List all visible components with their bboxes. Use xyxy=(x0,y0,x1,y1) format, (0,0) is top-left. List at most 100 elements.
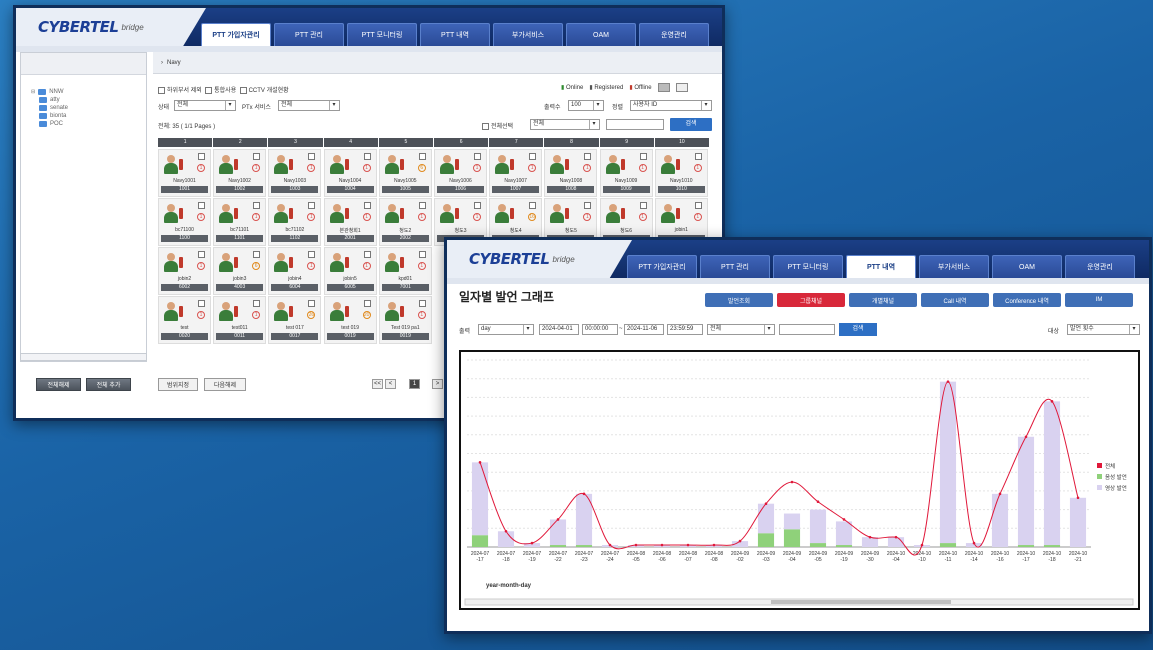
subscriber-card[interactable]: 1 jobin4 6004 xyxy=(268,247,322,295)
tab-5[interactable]: 부가서비스 xyxy=(919,255,989,278)
card-checkbox[interactable] xyxy=(198,300,205,307)
subtab-1[interactable]: 발언조회 xyxy=(705,293,773,307)
tab-7[interactable]: 운영관리 xyxy=(1065,255,1135,278)
tab-2[interactable]: PTT 관리 xyxy=(700,255,770,278)
search-button[interactable]: 검색 xyxy=(670,118,712,131)
card-checkbox[interactable] xyxy=(308,202,316,209)
subscriber-card[interactable]: 1 본관청회1 2001 xyxy=(323,198,377,246)
search-type-select[interactable]: 전체 xyxy=(530,119,600,130)
card-checkbox[interactable] xyxy=(418,300,426,307)
tab-5[interactable]: 부가서비스 xyxy=(493,23,563,46)
tab-4[interactable]: PTT 내역 xyxy=(420,23,490,46)
card-checkbox[interactable] xyxy=(253,251,261,258)
subtab-3[interactable]: 개별채널 xyxy=(849,293,917,307)
subscriber-card[interactable]: 6 jobin3 4003 xyxy=(213,247,267,295)
keyword-input[interactable] xyxy=(779,324,835,335)
subscriber-card[interactable]: 1 bc71101 1101 xyxy=(213,198,267,246)
tab-4[interactable]: PTT 내역 xyxy=(846,255,916,278)
card-checkbox[interactable] xyxy=(418,153,426,160)
list-view-icon[interactable] xyxy=(675,83,688,92)
card-checkbox[interactable] xyxy=(198,153,205,160)
subtab-6[interactable]: IM xyxy=(1065,293,1133,307)
subscriber-card[interactable]: 1 Navy1002 1002 xyxy=(213,149,267,197)
subscriber-card[interactable]: 1 jobin2 6002 xyxy=(158,247,211,295)
card-checkbox[interactable] xyxy=(198,251,205,258)
subscriber-card[interactable]: 1 Navy1003 1003 xyxy=(268,149,322,197)
card-checkbox[interactable] xyxy=(418,202,426,209)
subscriber-card[interactable]: 1 Navy1008 1008 xyxy=(544,149,598,197)
period-select[interactable]: day xyxy=(478,324,534,335)
card-checkbox[interactable] xyxy=(253,202,261,209)
card-checkbox[interactable] xyxy=(474,153,481,160)
card-checkbox[interactable] xyxy=(694,153,702,160)
card-checkbox[interactable] xyxy=(253,300,261,307)
subtab-5[interactable]: Conference 내역 xyxy=(993,293,1061,307)
card-checkbox[interactable] xyxy=(363,202,371,209)
tree-scrollbar[interactable] xyxy=(20,353,147,361)
tab-6[interactable]: OAM xyxy=(992,255,1062,278)
card-checkbox[interactable] xyxy=(639,153,647,160)
card-checkbox[interactable] xyxy=(584,153,592,160)
grid-view-icon[interactable] xyxy=(657,83,670,92)
subscriber-card[interactable]: 1 bc71102 1102 xyxy=(268,198,322,246)
search-input[interactable] xyxy=(606,119,664,130)
subscriber-card[interactable]: 1 Navy1007 1007 xyxy=(489,149,543,197)
exclude-sub-checkbox[interactable] xyxy=(158,86,165,94)
search-button[interactable]: 검색 xyxy=(839,323,877,336)
subscriber-card[interactable]: 1 test 0020 xyxy=(158,296,211,344)
subscriber-card[interactable]: 1 Navy1010 1010 xyxy=(654,149,708,197)
target-select[interactable]: 발언 횟수 xyxy=(1067,324,1140,335)
range-button[interactable]: 범위지정 xyxy=(158,378,198,391)
service-select[interactable]: 전체 xyxy=(278,100,340,111)
card-checkbox[interactable] xyxy=(363,251,371,258)
subscriber-card[interactable]: 1 test011 0011 xyxy=(213,296,267,344)
subtab-4[interactable]: Call 내역 xyxy=(921,293,989,307)
group-select[interactable]: 전체 xyxy=(707,324,775,335)
tree-root[interactable]: ⊟ NNW xyxy=(31,88,146,96)
clear-all-button[interactable]: 전체해제 xyxy=(36,378,81,391)
subscriber-card[interactable]: 1 Navy1009 1009 xyxy=(599,149,653,197)
tab-3[interactable]: PTT 모니터링 xyxy=(347,23,417,46)
start-date-input[interactable]: 2024-04-01 xyxy=(539,324,579,335)
first-page-button[interactable]: << xyxy=(372,379,383,389)
subscriber-card[interactable]: 1 bc71100 1100 xyxy=(158,198,211,246)
subscriber-card[interactable]: 20 test 019 0019 xyxy=(323,296,377,344)
card-checkbox[interactable] xyxy=(529,202,537,209)
count-select[interactable]: 100 xyxy=(568,100,604,111)
next-clear-button[interactable]: 다음해제 xyxy=(204,378,246,391)
tab-1[interactable]: PTT 가입자관리 xyxy=(201,23,271,46)
card-checkbox[interactable] xyxy=(198,202,205,209)
tab-7[interactable]: 운영관리 xyxy=(639,23,709,46)
card-checkbox[interactable] xyxy=(308,153,316,160)
subscriber-card[interactable]: 1 jobin5 6005 xyxy=(323,247,377,295)
subscriber-card[interactable]: 1 Navy1006 1006 xyxy=(434,149,487,197)
subscriber-card[interactable]: 1 청도2 2002 xyxy=(378,198,432,246)
tree-item[interactable]: senate xyxy=(31,104,146,112)
card-checkbox[interactable] xyxy=(308,300,316,307)
card-checkbox[interactable] xyxy=(584,202,592,209)
card-checkbox[interactable] xyxy=(308,251,316,258)
tab-6[interactable]: OAM xyxy=(566,23,636,46)
card-checkbox[interactable] xyxy=(694,202,702,209)
tree-item[interactable]: bionta xyxy=(31,112,146,120)
subscriber-card[interactable]: 1 Test 019 pa1 0019 xyxy=(378,296,432,344)
add-all-button[interactable]: 전체 추가 xyxy=(86,378,131,391)
start-time-input[interactable]: 00:00:00 xyxy=(582,324,618,335)
card-checkbox[interactable] xyxy=(363,300,371,307)
subscriber-card[interactable]: 1 kpd01 7001 xyxy=(378,247,432,295)
select-all-checkbox[interactable] xyxy=(482,122,489,130)
status-select[interactable]: 전체 xyxy=(174,100,236,111)
card-checkbox[interactable] xyxy=(253,153,261,160)
prev-page-button[interactable]: < xyxy=(385,379,396,389)
tree-item[interactable]: POC xyxy=(31,120,146,128)
subscriber-card[interactable]: 26 test 017 0017 xyxy=(268,296,322,344)
subscriber-card[interactable]: 6 Navy1005 1005 xyxy=(378,149,432,197)
tab-3[interactable]: PTT 모니터링 xyxy=(773,255,843,278)
card-checkbox[interactable] xyxy=(474,202,481,209)
tab-2[interactable]: PTT 관리 xyxy=(274,23,344,46)
card-checkbox[interactable] xyxy=(363,153,371,160)
card-checkbox[interactable] xyxy=(529,153,537,160)
end-date-input[interactable]: 2024-11-06 xyxy=(624,324,664,335)
subscriber-card[interactable]: 1 Navy1004 1004 xyxy=(323,149,377,197)
subscriber-card[interactable]: 1 Navy1001 1001 xyxy=(158,149,211,197)
